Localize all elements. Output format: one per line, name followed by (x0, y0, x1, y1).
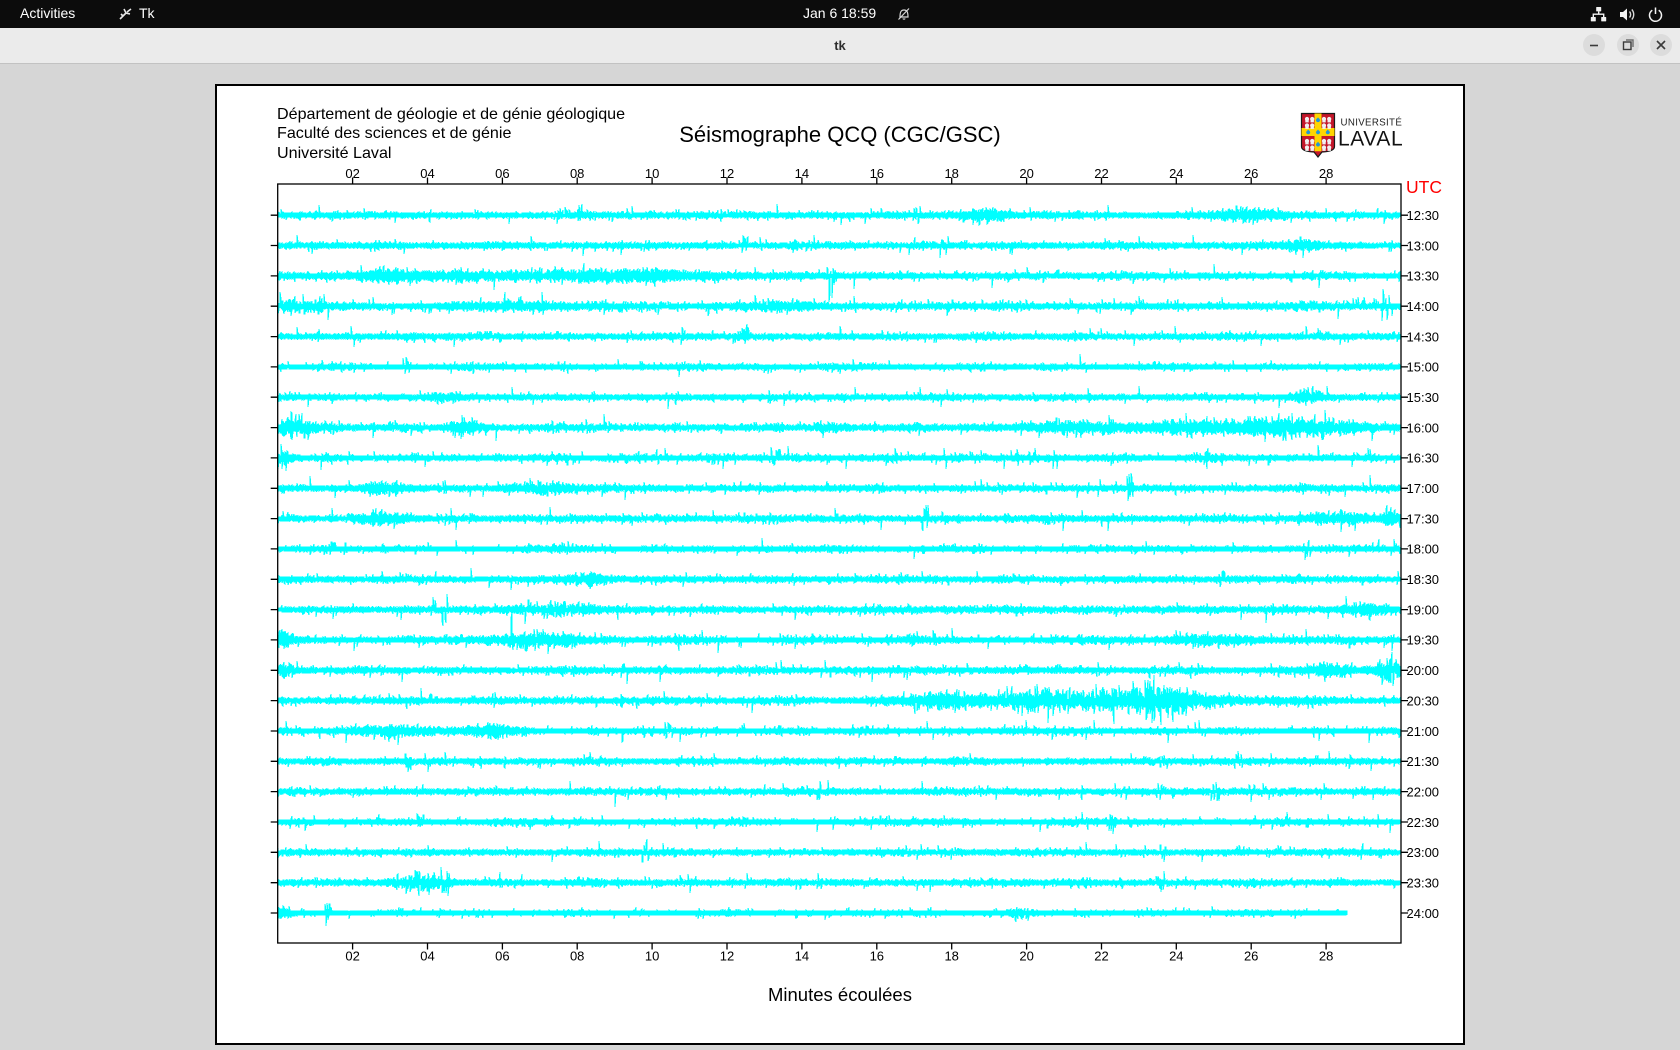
svg-text:28: 28 (1319, 949, 1333, 964)
svg-text:12: 12 (720, 949, 734, 964)
svg-text:06: 06 (495, 166, 509, 181)
svg-text:24:00: 24:00 (1407, 906, 1440, 921)
svg-text:08: 08 (570, 949, 584, 964)
svg-text:24: 24 (1169, 166, 1183, 181)
svg-text:06: 06 (495, 949, 509, 964)
svg-text:18:00: 18:00 (1407, 542, 1440, 557)
svg-text:19:00: 19:00 (1407, 602, 1440, 617)
svg-text:10: 10 (645, 949, 659, 964)
svg-text:12: 12 (720, 166, 734, 181)
svg-text:14: 14 (795, 166, 809, 181)
svg-text:22:30: 22:30 (1407, 815, 1440, 830)
svg-text:13:00: 13:00 (1407, 238, 1440, 253)
svg-text:04: 04 (420, 166, 434, 181)
svg-text:08: 08 (570, 166, 584, 181)
svg-text:20: 20 (1019, 949, 1033, 964)
svg-text:23:00: 23:00 (1407, 845, 1440, 860)
svg-text:12:30: 12:30 (1407, 208, 1440, 223)
svg-text:16:00: 16:00 (1407, 420, 1440, 435)
svg-text:16: 16 (870, 166, 884, 181)
svg-text:22: 22 (1094, 166, 1108, 181)
svg-text:02: 02 (345, 949, 359, 964)
svg-text:18: 18 (944, 949, 958, 964)
svg-text:26: 26 (1244, 166, 1258, 181)
svg-text:13:30: 13:30 (1407, 269, 1440, 284)
svg-text:15:30: 15:30 (1407, 390, 1440, 405)
svg-text:16: 16 (870, 949, 884, 964)
svg-text:02: 02 (345, 166, 359, 181)
svg-text:28: 28 (1319, 166, 1333, 181)
svg-text:16:30: 16:30 (1407, 451, 1440, 466)
svg-text:15:00: 15:00 (1407, 360, 1440, 375)
svg-text:22:00: 22:00 (1407, 784, 1440, 799)
svg-text:20:00: 20:00 (1407, 663, 1440, 678)
svg-text:04: 04 (420, 949, 434, 964)
svg-text:14:00: 14:00 (1407, 299, 1440, 314)
svg-text:18: 18 (944, 166, 958, 181)
svg-text:21:00: 21:00 (1407, 724, 1440, 739)
svg-text:10: 10 (645, 166, 659, 181)
svg-text:24: 24 (1169, 949, 1183, 964)
svg-text:26: 26 (1244, 949, 1258, 964)
svg-text:21:30: 21:30 (1407, 754, 1440, 769)
svg-text:23:30: 23:30 (1407, 876, 1440, 891)
svg-text:20:30: 20:30 (1407, 693, 1440, 708)
svg-text:17:00: 17:00 (1407, 481, 1440, 496)
svg-text:22: 22 (1094, 949, 1108, 964)
svg-text:17:30: 17:30 (1407, 511, 1440, 526)
svg-text:18:30: 18:30 (1407, 572, 1440, 587)
svg-text:20: 20 (1019, 166, 1033, 181)
svg-text:14:30: 14:30 (1407, 329, 1440, 344)
svg-text:19:30: 19:30 (1407, 633, 1440, 648)
svg-text:14: 14 (795, 949, 809, 964)
